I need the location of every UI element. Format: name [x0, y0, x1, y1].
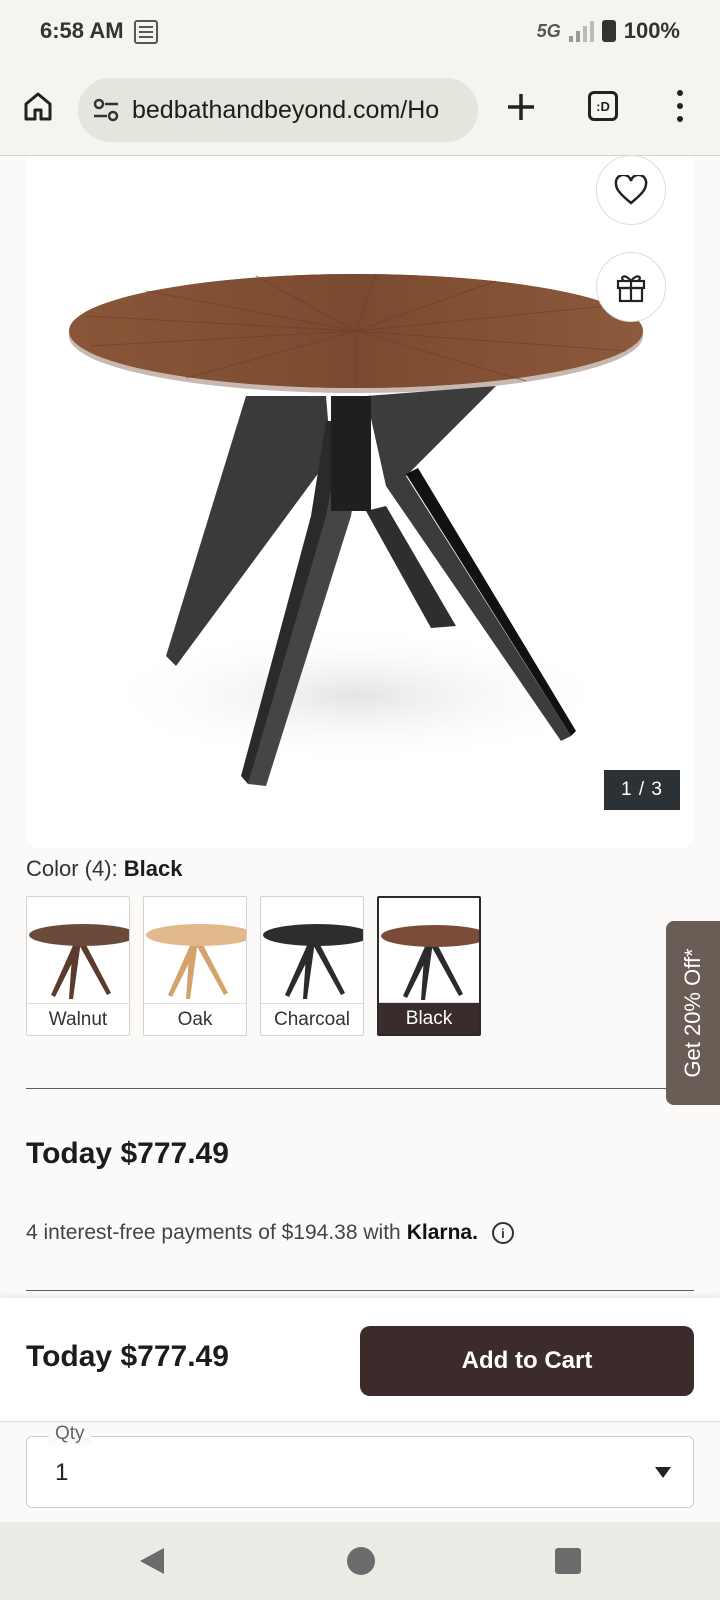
image-counter: 1 / 3	[604, 770, 680, 810]
color-count-label: Color (4):	[26, 856, 124, 881]
home-circle-icon[interactable]	[347, 1547, 375, 1575]
swatch-label: Charcoal	[261, 1003, 363, 1035]
tab-switcher-button[interactable]: :D	[588, 91, 618, 121]
info-icon[interactable]: i	[491, 1222, 514, 1244]
swatch-leg	[69, 941, 81, 999]
swatch-label: Oak	[144, 1003, 246, 1035]
heart-icon	[614, 175, 648, 205]
swatch-oak-image	[146, 924, 246, 999]
favorite-button[interactable]	[596, 155, 666, 225]
divider	[26, 1088, 694, 1089]
swatch-label: Black	[379, 1002, 479, 1034]
promo-tab-label: Get 20% Off*	[680, 948, 705, 1078]
swatch-walnut[interactable]: Walnut	[26, 896, 130, 1036]
swatch-oak[interactable]: Oak	[143, 896, 247, 1036]
swatch-label: Walnut	[27, 1003, 129, 1035]
swatch-black[interactable]: Black	[377, 896, 481, 1036]
divider	[26, 1290, 694, 1291]
swatch-tabletop	[29, 924, 129, 946]
url-text: bedbathandbeyond.com/Ho	[132, 95, 440, 124]
system-nav-bar	[0, 1522, 720, 1600]
swatch-leg	[303, 941, 315, 999]
gift-icon	[616, 275, 646, 303]
status-time: 6:58 AM	[40, 18, 124, 43]
status-indicators: 5G 100%	[537, 18, 680, 44]
site-settings-icon[interactable]	[92, 96, 120, 124]
notification-icon	[134, 20, 158, 44]
quantity-value: 1	[55, 1459, 69, 1486]
selected-color: Black	[123, 856, 183, 881]
recents-icon[interactable]	[555, 1548, 581, 1574]
swatch-black-image	[381, 925, 479, 1000]
swatch-leg	[194, 939, 228, 995]
back-icon[interactable]	[140, 1548, 164, 1574]
installments-text: 4 interest-free payments of $194.38 with	[26, 1221, 401, 1244]
new-tab-icon[interactable]	[504, 90, 538, 124]
price: Today $777.49	[26, 1137, 229, 1170]
klarna-installments: 4 interest-free payments of $194.38 with…	[26, 1221, 514, 1245]
sticky-cart-bar: Today $777.49 Add to Cart	[0, 1298, 720, 1422]
quantity-select[interactable]: Qty 1	[26, 1423, 694, 1508]
status-bar: 6:58 AM 5G 100%	[0, 0, 720, 64]
quantity-label: Qty	[49, 1423, 91, 1445]
signal-icon	[568, 20, 594, 42]
color-label: Color (4): Black	[26, 856, 183, 882]
swatch-leg	[421, 942, 433, 1000]
swatch-tabletop	[381, 925, 479, 947]
dropdown-caret-icon	[655, 1467, 671, 1478]
battery-percent: 100%	[623, 18, 680, 43]
sticky-price: Today $777.49	[26, 1340, 229, 1373]
swatch-charcoal[interactable]: Charcoal	[260, 896, 364, 1036]
promo-tab[interactable]: Get 20% Off*	[666, 921, 720, 1105]
swatch-leg	[429, 940, 463, 996]
network-type: 5G	[536, 20, 561, 41]
swatch-leg	[311, 939, 345, 995]
swatch-charcoal-image	[263, 924, 363, 999]
klarna-logo: Klarna.	[406, 1221, 478, 1244]
gift-button[interactable]	[596, 252, 666, 322]
battery-icon	[601, 20, 616, 42]
swatch-tabletop	[146, 924, 246, 946]
swatch-leg	[186, 941, 198, 999]
swatch-tabletop	[263, 924, 363, 946]
add-to-cart-button[interactable]: Add to Cart	[360, 1326, 694, 1396]
browser-toolbar: bedbathandbeyond.com/Ho :D	[0, 64, 720, 156]
table-illustration	[69, 273, 643, 786]
swatch-walnut-image	[29, 924, 129, 999]
swatch-leg	[77, 939, 111, 995]
address-bar[interactable]: bedbathandbeyond.com/Ho	[78, 78, 478, 142]
product-image[interactable]	[26, 156, 694, 848]
home-icon[interactable]	[22, 90, 54, 122]
overflow-menu-icon[interactable]	[668, 88, 692, 124]
